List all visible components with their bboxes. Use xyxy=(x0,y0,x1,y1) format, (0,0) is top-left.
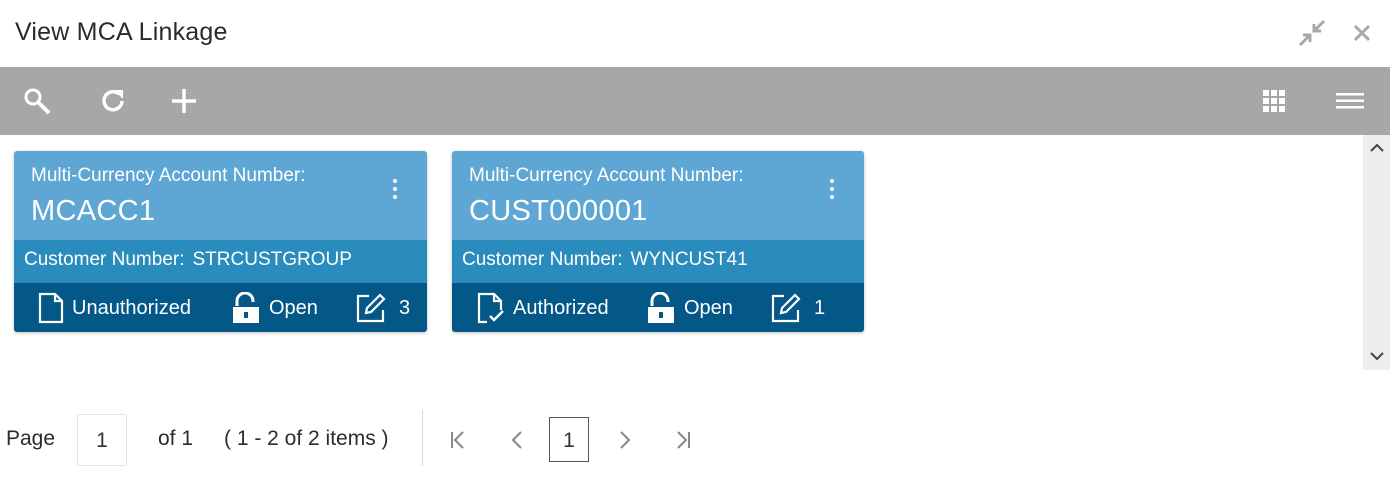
items-range-label: ( 1 - 2 of 2 items ) xyxy=(224,427,389,450)
scroll-down-icon[interactable] xyxy=(1368,347,1386,365)
vertical-scrollbar[interactable] xyxy=(1363,135,1390,370)
document-check-icon xyxy=(477,292,504,324)
account-label: Multi-Currency Account Number: xyxy=(31,165,306,186)
grid-view-icon[interactable] xyxy=(1256,84,1292,118)
account-label: Multi-Currency Account Number: xyxy=(469,165,744,186)
previous-page-icon[interactable] xyxy=(506,428,530,452)
page-label: Page xyxy=(6,427,56,450)
modification-count-value: 3 xyxy=(399,296,411,319)
modification-count-value: 1 xyxy=(814,296,826,319)
record-status: Open xyxy=(231,291,318,325)
search-icon[interactable] xyxy=(19,84,55,118)
last-page-icon[interactable] xyxy=(671,428,695,452)
more-options-icon[interactable] xyxy=(826,179,838,203)
first-page-icon[interactable] xyxy=(446,428,470,452)
window-title: View MCA Linkage xyxy=(15,18,228,46)
card-customer-row: Customer Number: STRCUSTGROUP xyxy=(14,240,427,283)
card-footer: Authorized Open 1 xyxy=(452,283,864,332)
auth-status: Authorized xyxy=(477,291,609,325)
customer-label: Customer Number: xyxy=(24,249,185,270)
auth-status: Unauthorized xyxy=(38,291,191,325)
card-header: Multi-Currency Account Number: MCACC1 xyxy=(14,151,427,240)
auth-status-label: Unauthorized xyxy=(72,296,191,319)
page-number-input[interactable]: 1 xyxy=(77,414,127,466)
customer-value: WYNCUST41 xyxy=(630,249,748,270)
list-view-icon[interactable] xyxy=(1332,84,1368,118)
record-status-label: Open xyxy=(684,296,733,319)
pagination-bar xyxy=(0,400,1390,480)
close-icon[interactable] xyxy=(1347,18,1377,48)
pager-divider xyxy=(422,410,423,466)
refresh-icon[interactable] xyxy=(95,84,131,118)
account-value: MCACC1 xyxy=(31,195,156,227)
unlock-icon xyxy=(233,292,259,323)
auth-status-label: Authorized xyxy=(513,296,609,319)
record-status: Open xyxy=(646,291,733,325)
toolbar xyxy=(0,67,1390,135)
unlock-icon xyxy=(648,292,674,323)
next-page-icon[interactable] xyxy=(612,428,636,452)
current-page-button[interactable]: 1 xyxy=(549,417,589,462)
add-icon[interactable] xyxy=(166,84,202,118)
card-customer-row: Customer Number: WYNCUST41 xyxy=(452,240,864,283)
edit-icon xyxy=(771,293,801,323)
page-total-label: of 1 xyxy=(158,427,194,450)
title-bar: View MCA Linkage xyxy=(0,0,1390,67)
scroll-up-icon[interactable] xyxy=(1368,139,1386,157)
document-icon xyxy=(38,292,64,324)
record-status-label: Open xyxy=(269,296,318,319)
card-footer: Unauthorized Open 3 xyxy=(14,283,427,332)
customer-value: STRCUSTGROUP xyxy=(192,249,352,270)
account-value: CUST000001 xyxy=(469,195,648,227)
more-options-icon[interactable] xyxy=(389,179,401,203)
customer-label: Customer Number: xyxy=(462,249,623,270)
record-card[interactable]: Multi-Currency Account Number: MCACC1 Cu… xyxy=(14,151,427,332)
card-header: Multi-Currency Account Number: CUST00000… xyxy=(452,151,864,240)
minimize-icon[interactable] xyxy=(1297,18,1327,48)
record-card[interactable]: Multi-Currency Account Number: CUST00000… xyxy=(452,151,864,332)
edit-icon xyxy=(356,293,386,323)
modification-count: 3 xyxy=(355,291,410,325)
modification-count: 1 xyxy=(770,291,825,325)
